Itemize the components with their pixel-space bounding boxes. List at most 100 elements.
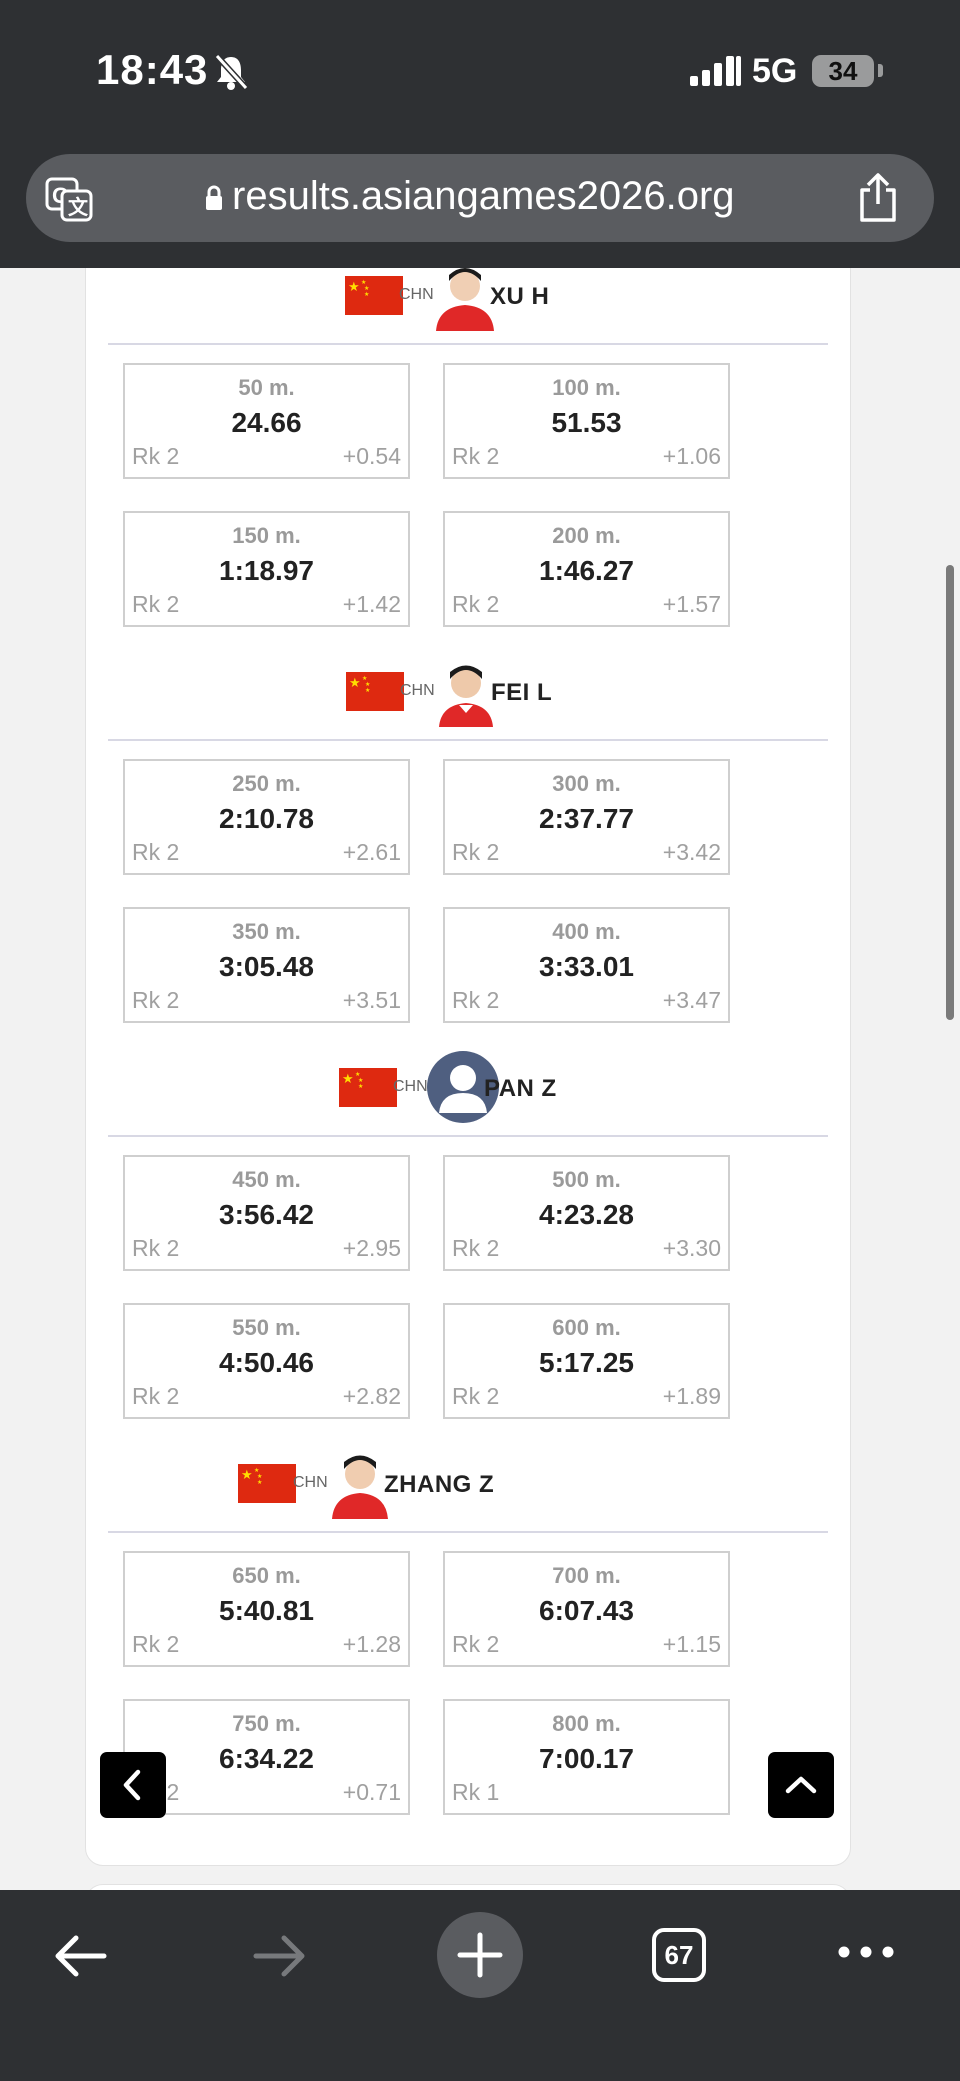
split-distance: 400 m. bbox=[552, 919, 621, 944]
more-icon[interactable] bbox=[836, 1942, 896, 1967]
athlete-name: XU H bbox=[490, 283, 550, 310]
athlete-photo bbox=[434, 268, 496, 331]
noc-code: CHN bbox=[393, 1078, 428, 1095]
svg-text:★: ★ bbox=[365, 687, 370, 694]
split-box: 550 m. 4:50.46 Rk 2 +2.82 bbox=[123, 1303, 410, 1419]
noc-code: CHN bbox=[400, 682, 435, 699]
split-distance: 650 m. bbox=[232, 1563, 301, 1588]
split-box: 350 m. 3:05.48 Rk 2 +3.51 bbox=[123, 907, 410, 1023]
tabs-button[interactable]: 67 bbox=[652, 1928, 706, 1982]
split-box: 500 m. 4:23.28 Rk 2 +3.30 bbox=[443, 1155, 730, 1271]
browser-bottom-bar: 67 bbox=[0, 1890, 960, 2081]
split-distance: 450 m. bbox=[232, 1167, 301, 1192]
translate-icon[interactable]: G 文 bbox=[44, 176, 94, 227]
scroll-to-top-button[interactable] bbox=[768, 1752, 834, 1818]
divider bbox=[108, 1531, 828, 1533]
split-rank: Rk 2 bbox=[132, 987, 180, 1013]
split-gap: +3.30 bbox=[662, 1235, 721, 1261]
splits-card: ★ ★ ★ ★ CHN XU H 50 m. 24.66 Rk 2 +0.54 100… bbox=[85, 268, 851, 1866]
athlete-name: FEI L bbox=[491, 679, 553, 706]
split-time: 5:40.81 bbox=[219, 1595, 314, 1626]
split-box: 250 m. 2:10.78 Rk 2 +2.61 bbox=[123, 759, 410, 875]
split-time: 1:46.27 bbox=[539, 555, 634, 586]
split-rank: Rk 2 bbox=[452, 839, 500, 865]
split-box: 600 m. 5:17.25 Rk 2 +1.89 bbox=[443, 1303, 730, 1419]
split-distance: 100 m. bbox=[552, 375, 621, 400]
split-time: 3:33.01 bbox=[539, 951, 634, 982]
split-rank: Rk 2 bbox=[132, 839, 180, 865]
split-gap: +1.28 bbox=[342, 1631, 401, 1657]
split-distance: 300 m. bbox=[552, 771, 621, 796]
lock-icon bbox=[204, 184, 224, 217]
signal-icon bbox=[688, 54, 742, 93]
split-gap: +3.51 bbox=[342, 987, 401, 1013]
split-box: 300 m. 2:37.77 Rk 2 +3.42 bbox=[443, 759, 730, 875]
split-gap: +2.61 bbox=[342, 839, 401, 865]
split-gap: +0.54 bbox=[342, 443, 401, 469]
network-type: 5G bbox=[752, 52, 798, 90]
browser-toolbar: G 文 results.asiangames2026.org bbox=[0, 140, 960, 268]
scrollbar[interactable] bbox=[946, 565, 954, 1020]
split-gap: +3.47 bbox=[662, 987, 721, 1013]
new-tab-button[interactable] bbox=[437, 1912, 523, 1998]
back-arrow-icon[interactable] bbox=[50, 1928, 110, 1989]
split-rank: Rk 2 bbox=[452, 591, 500, 617]
chevron-up-icon bbox=[785, 1776, 817, 1794]
chevron-left-icon bbox=[123, 1769, 141, 1801]
split-gap: +1.06 bbox=[662, 443, 721, 469]
split-gap: +3.42 bbox=[662, 839, 721, 865]
split-time: 2:37.77 bbox=[539, 803, 634, 834]
svg-text:★: ★ bbox=[348, 280, 360, 295]
battery-icon: 34 bbox=[812, 55, 874, 87]
split-distance: 800 m. bbox=[552, 1711, 621, 1736]
split-rank: Rk 2 bbox=[132, 591, 180, 617]
athlete-photo bbox=[329, 1447, 391, 1519]
athlete-name: ZHANG Z bbox=[384, 1471, 495, 1498]
previous-button[interactable] bbox=[100, 1752, 166, 1818]
split-time: 1:18.97 bbox=[219, 555, 314, 586]
divider bbox=[108, 1135, 828, 1137]
split-distance: 750 m. bbox=[232, 1711, 301, 1736]
split-gap: +1.15 bbox=[662, 1631, 721, 1657]
split-rank: Rk 2 bbox=[452, 1631, 500, 1657]
split-gap: +1.89 bbox=[662, 1383, 721, 1409]
split-time: 7:00.17 bbox=[539, 1743, 634, 1774]
forward-arrow-icon[interactable] bbox=[250, 1928, 310, 1989]
svg-text:★: ★ bbox=[342, 1072, 354, 1087]
split-time: 5:17.25 bbox=[539, 1347, 634, 1378]
split-rank: Rk 2 bbox=[132, 1631, 180, 1657]
svg-text:★: ★ bbox=[364, 291, 369, 298]
page-content: ★ ★ ★ ★ CHN XU H 50 m. 24.66 Rk 2 +0.54 100… bbox=[0, 268, 960, 1890]
athlete-header: ★ ★ ★ ★ CHN FEI L bbox=[86, 655, 850, 727]
address-bar[interactable]: G 文 results.asiangames2026.org bbox=[26, 154, 934, 242]
split-box: 200 m. 1:46.27 Rk 2 +1.57 bbox=[443, 511, 730, 627]
split-box: 100 m. 51.53 Rk 2 +1.06 bbox=[443, 363, 730, 479]
split-distance: 50 m. bbox=[238, 375, 295, 400]
divider bbox=[108, 343, 828, 345]
split-box: 700 m. 6:07.43 Rk 2 +1.15 bbox=[443, 1551, 730, 1667]
split-distance: 350 m. bbox=[232, 919, 301, 944]
split-rank: Rk 2 bbox=[452, 987, 500, 1013]
share-icon[interactable] bbox=[856, 172, 900, 229]
split-gap: +1.42 bbox=[342, 591, 401, 617]
split-gap: +2.95 bbox=[342, 1235, 401, 1261]
split-distance: 700 m. bbox=[552, 1563, 621, 1588]
split-box: 450 m. 3:56.42 Rk 2 +2.95 bbox=[123, 1155, 410, 1271]
split-distance: 600 m. bbox=[552, 1315, 621, 1340]
split-box: 800 m. 7:00.17 Rk 1 bbox=[443, 1699, 730, 1815]
split-rank: Rk 2 bbox=[132, 1383, 180, 1409]
svg-text:★: ★ bbox=[349, 676, 361, 691]
split-distance: 150 m. bbox=[232, 523, 301, 548]
split-box: 150 m. 1:18.97 Rk 2 +1.42 bbox=[123, 511, 410, 627]
split-distance: 500 m. bbox=[552, 1167, 621, 1192]
athlete-header: ★ ★ ★ ★ CHN PAN Z bbox=[86, 1051, 850, 1123]
split-time: 2:10.78 bbox=[219, 803, 314, 834]
split-time: 24.66 bbox=[231, 407, 302, 438]
split-rank: Rk 2 bbox=[132, 443, 180, 469]
split-gap: +2.82 bbox=[342, 1383, 401, 1409]
status-time: 18:43 bbox=[96, 46, 209, 93]
bell-muted-icon bbox=[212, 52, 250, 97]
athlete-header: ★ ★ ★ ★ CHN ZHANG Z bbox=[86, 1447, 850, 1519]
split-box: 650 m. 5:40.81 Rk 2 +1.28 bbox=[123, 1551, 410, 1667]
split-distance: 550 m. bbox=[232, 1315, 301, 1340]
